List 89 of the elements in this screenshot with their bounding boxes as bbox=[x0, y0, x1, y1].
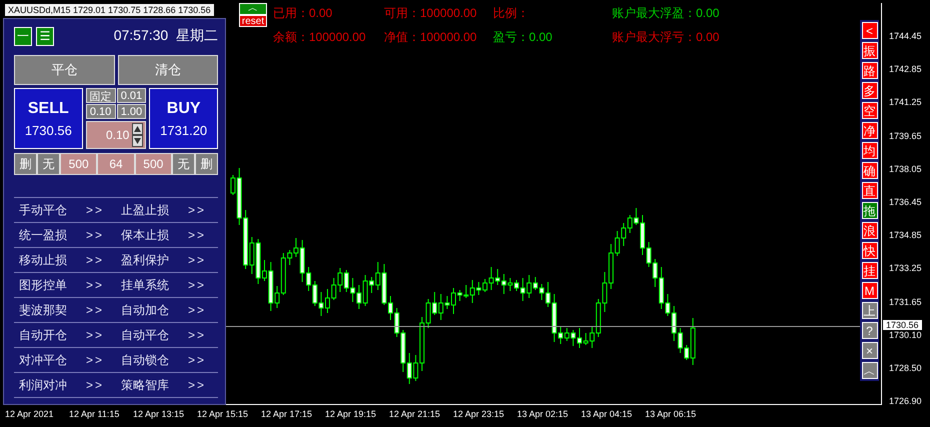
time-label: 12 Apr 15:15 bbox=[197, 409, 248, 419]
sell-button[interactable]: SELL 1730.56 bbox=[14, 88, 83, 149]
price-tick: 1738.05 bbox=[889, 164, 922, 174]
tool-button[interactable]: 挂 bbox=[862, 262, 878, 279]
tool-button[interactable]: 直 bbox=[862, 182, 878, 199]
stop-field[interactable]: 500 bbox=[60, 153, 98, 175]
menu-item[interactable]: 统一盈损 >> bbox=[14, 223, 116, 247]
time-label: 13 Apr 02:15 bbox=[517, 409, 568, 419]
time-label: 12 Apr 13:15 bbox=[133, 409, 184, 419]
stop-field[interactable]: 64 bbox=[97, 153, 135, 175]
buy-button[interactable]: BUY 1731.20 bbox=[149, 88, 218, 149]
stop-button[interactable]: 删 bbox=[194, 153, 218, 175]
stop-button[interactable]: 无 bbox=[37, 153, 60, 175]
account-stat: 已用：0.00 bbox=[273, 5, 334, 22]
menu-item[interactable]: 盈利保护 >> bbox=[116, 248, 218, 272]
menu-item[interactable]: 手动平仓 >> bbox=[14, 198, 116, 222]
tool-button[interactable]: 均 bbox=[862, 142, 878, 159]
menu-item[interactable]: 自动锁仓 >> bbox=[116, 348, 218, 372]
tool-button[interactable]: 净 bbox=[862, 122, 878, 139]
price-tick: 1739.65 bbox=[889, 130, 922, 141]
account-stat: 可用：100000.00 bbox=[384, 5, 478, 22]
tool-button[interactable]: 确 bbox=[862, 162, 878, 179]
tool-button[interactable]: 振 bbox=[862, 42, 878, 59]
price-tick: 1742.85 bbox=[889, 64, 922, 74]
time-label: 12 Apr 2021 bbox=[5, 409, 54, 419]
tool-button[interactable]: 拖 bbox=[862, 202, 878, 219]
tool-button[interactable]: 快 bbox=[862, 242, 878, 259]
current-price-label: 1730.56 bbox=[883, 320, 922, 330]
collapse-button[interactable]: ︿ bbox=[239, 3, 267, 15]
menu-item[interactable]: 挂单系统 >> bbox=[116, 273, 218, 297]
time-label: 13 Apr 06:15 bbox=[645, 409, 696, 419]
tool-button[interactable]: 空 bbox=[862, 102, 878, 119]
tool-button[interactable]: 上 bbox=[862, 302, 878, 319]
time-label: 12 Apr 23:15 bbox=[453, 409, 504, 419]
tool-button[interactable]: < bbox=[862, 22, 878, 39]
time-label: 12 Apr 21:15 bbox=[389, 409, 440, 419]
price-tick: 1744.45 bbox=[889, 31, 922, 41]
menu-item[interactable]: 自动平仓 >> bbox=[116, 323, 218, 347]
menu-item[interactable]: 保本止损 >> bbox=[116, 223, 218, 247]
stop-button[interactable]: 无 bbox=[172, 153, 195, 175]
price-tick: 1731.65 bbox=[889, 296, 922, 307]
account-stat: 比例： bbox=[493, 5, 530, 22]
time-label: 12 Apr 17:15 bbox=[261, 409, 312, 419]
toggle-button[interactable]: 一 bbox=[14, 26, 32, 46]
menu-item[interactable]: 自动开仓 >> bbox=[14, 323, 116, 347]
menu-item[interactable]: 图形控单 >> bbox=[14, 273, 116, 297]
price-tick: 1726.90 bbox=[889, 396, 922, 406]
lot-button[interactable]: 0.10 bbox=[86, 104, 116, 119]
tool-button[interactable]: 浪 bbox=[862, 222, 878, 239]
time-label: 13 Apr 04:15 bbox=[581, 409, 632, 419]
close-position-button[interactable]: 平仓 bbox=[14, 55, 114, 85]
tool-button[interactable]: ? bbox=[862, 322, 878, 339]
spinner-icon[interactable] bbox=[132, 123, 144, 147]
account-stat: 账户最大浮亏：0.00 bbox=[612, 29, 720, 46]
lot-button[interactable]: 固定 bbox=[86, 88, 116, 103]
time-label: 12 Apr 11:15 bbox=[69, 409, 120, 419]
menu-item[interactable]: 止盈止损 >> bbox=[116, 198, 218, 222]
menu-item[interactable]: 对冲平仓 >> bbox=[14, 348, 116, 372]
menu-item[interactable]: 利润对冲 >> bbox=[14, 373, 116, 397]
chart-header: XAUUSDd,M15 1729.01 1730.75 1728.66 1730.56 bbox=[5, 4, 214, 16]
price-tick: 1733.25 bbox=[889, 263, 922, 274]
stop-button[interactable]: 删 bbox=[14, 153, 37, 175]
price-tick: 1730.10 bbox=[889, 330, 922, 340]
menu-item[interactable]: 策略智库 >> bbox=[116, 373, 218, 397]
menu-item[interactable]: 斐波那契 >> bbox=[14, 298, 116, 322]
lot-button[interactable]: 1.00 bbox=[116, 104, 146, 119]
lot-field[interactable]: 0.10 bbox=[86, 121, 146, 149]
account-stat: 余额：100000.00 bbox=[273, 29, 367, 46]
price-tick: 1734.85 bbox=[889, 230, 922, 240]
close-position-button[interactable]: 清仓 bbox=[118, 55, 218, 85]
account-stat: 净值：100000.00 bbox=[384, 29, 478, 46]
price-tick: 1728.50 bbox=[889, 363, 922, 373]
stop-field[interactable]: 500 bbox=[134, 153, 172, 175]
clock: 07:57:30 星期二 bbox=[114, 27, 218, 45]
price-tick: 1736.45 bbox=[889, 197, 922, 207]
menu-item[interactable]: 移动止损 >> bbox=[14, 248, 116, 272]
menu-item[interactable]: 自动加仓 >> bbox=[116, 298, 218, 322]
tool-button[interactable]: M bbox=[862, 282, 878, 299]
toggle-button[interactable]: ☰ bbox=[36, 26, 54, 46]
account-stat: 盈亏：0.00 bbox=[493, 29, 554, 46]
reset-button[interactable]: reset bbox=[239, 15, 267, 27]
price-tick: 1741.25 bbox=[889, 97, 922, 108]
tool-button[interactable]: 路 bbox=[862, 62, 878, 79]
account-stat: 账户最大浮盈：0.00 bbox=[612, 5, 720, 22]
time-label: 12 Apr 19:15 bbox=[325, 409, 376, 419]
tool-button[interactable]: ︿ bbox=[862, 362, 878, 379]
tool-button[interactable]: 多 bbox=[862, 82, 878, 99]
tool-button[interactable]: × bbox=[862, 342, 878, 359]
lot-button[interactable]: 0.01 bbox=[116, 88, 146, 103]
